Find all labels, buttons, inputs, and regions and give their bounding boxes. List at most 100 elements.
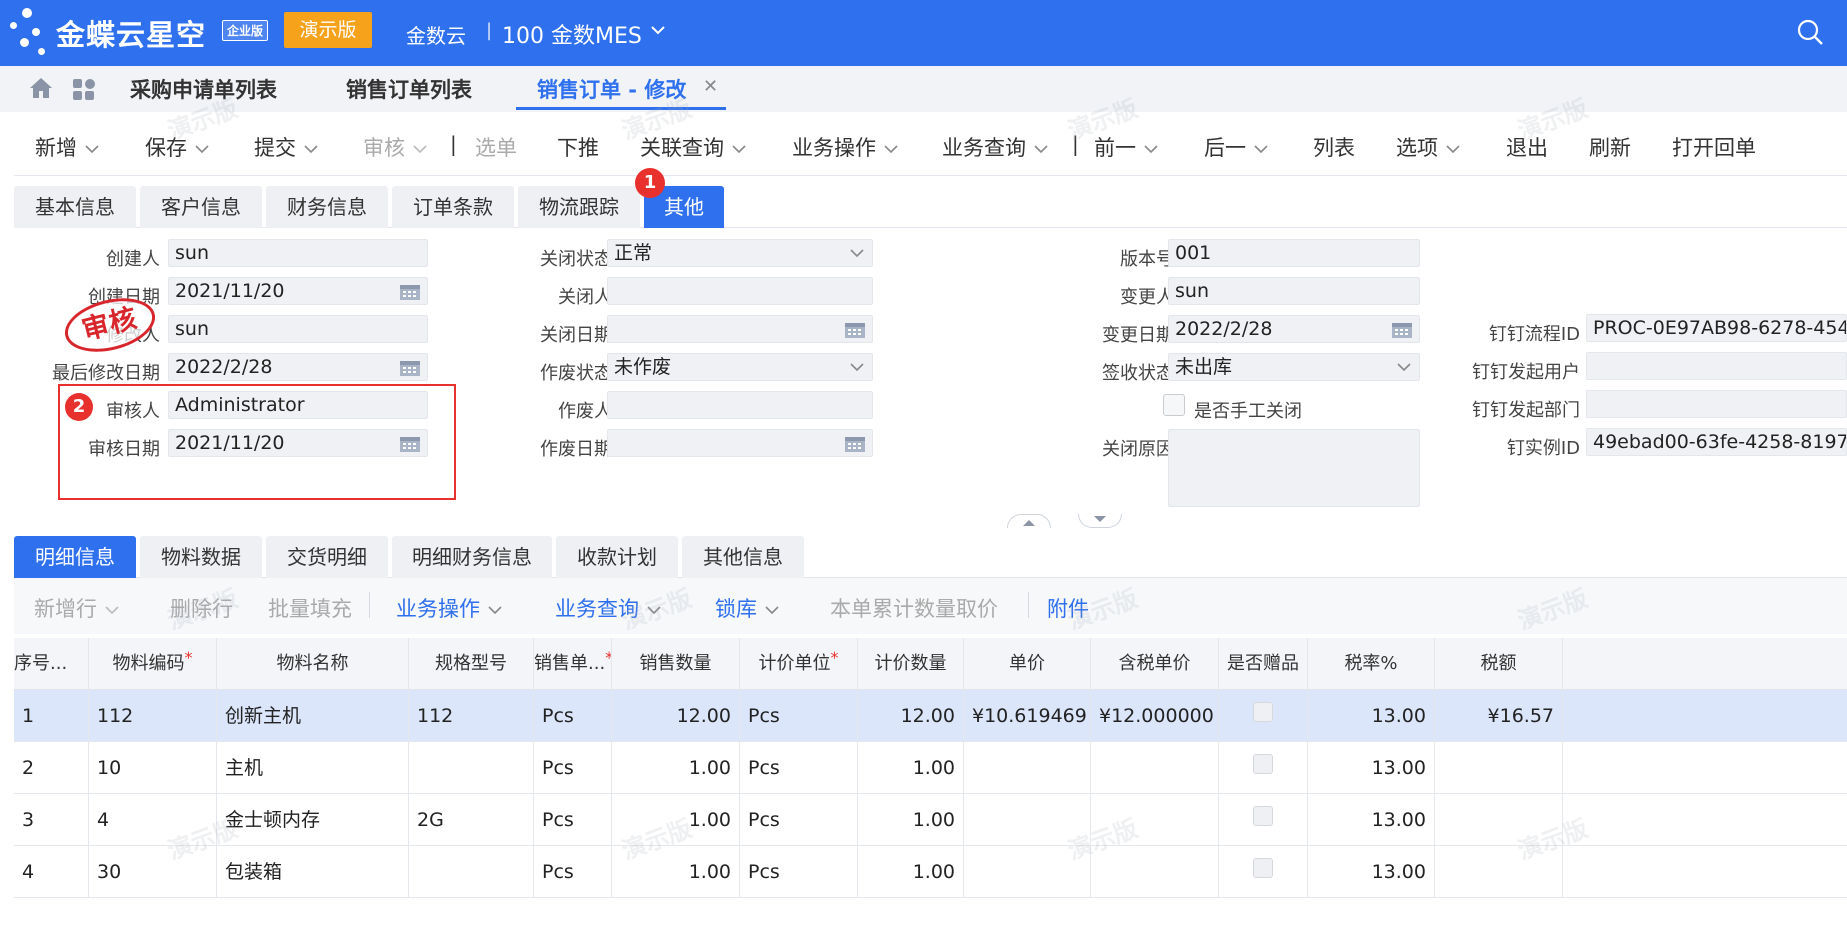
cell-tax-rate[interactable]: 13.00 [1308, 690, 1435, 742]
chevron-down-icon[interactable] [850, 248, 864, 258]
changer-field[interactable]: sun [1168, 277, 1420, 305]
tab-logistics[interactable]: 物流跟踪 [518, 186, 640, 228]
attachment-button[interactable]: 附件 [1047, 593, 1089, 623]
sign-status-select[interactable]: 未出库 [1168, 353, 1420, 381]
chevron-down-icon[interactable] [105, 605, 119, 615]
cell-tax-price[interactable] [1091, 846, 1219, 898]
col-header-sales-unit[interactable]: 销售单...* [534, 638, 612, 690]
cell-material-name[interactable]: 创新主机 [217, 690, 409, 742]
cell-sales-unit[interactable]: Pcs [534, 742, 612, 794]
chevron-down-icon[interactable] [647, 605, 661, 615]
tab-delivery-detail[interactable]: 交货明细 [266, 536, 388, 578]
toolbar-save-button[interactable]: 保存 [145, 132, 209, 162]
tab-customer-info[interactable]: 客户信息 [140, 186, 262, 228]
toolbar-exit-button[interactable]: 退出 [1506, 132, 1548, 162]
col-header-tax-price[interactable]: 含税单价 [1091, 638, 1219, 690]
cumulative-price-button[interactable]: 本单累计数量取价 [830, 593, 998, 623]
tab-material-data[interactable]: 物料数据 [140, 536, 262, 578]
modifier-field[interactable]: sun [168, 315, 428, 343]
toolbar-list-button[interactable]: 列表 [1313, 132, 1355, 162]
cell-sales-unit[interactable]: Pcs [534, 690, 612, 742]
chevron-down-icon[interactable] [650, 24, 666, 36]
close-date-field[interactable] [607, 315, 873, 343]
void-status-select[interactable]: 未作废 [607, 353, 873, 381]
cell-material-name[interactable]: 金士顿内存 [217, 794, 409, 846]
chevron-down-icon[interactable] [884, 144, 898, 154]
cell-tax-rate[interactable]: 13.00 [1308, 846, 1435, 898]
col-header-price-unit[interactable]: 计价单位* [740, 638, 858, 690]
toolbar-business-query-button[interactable]: 业务查询 [942, 132, 1048, 162]
cell-price-unit[interactable]: Pcs [740, 794, 858, 846]
dd-instance-field[interactable]: 49ebad00-63fe-4258-8197-0 [1586, 428, 1847, 456]
tab-other-info[interactable]: 其他信息 [682, 536, 804, 578]
close-status-select[interactable]: 正常 [607, 239, 873, 267]
gift-checkbox[interactable] [1253, 702, 1273, 722]
detail-business-operation-button[interactable]: 业务操作 [396, 593, 502, 623]
cell-material-code[interactable]: 10 [89, 742, 217, 794]
search-icon[interactable] [1796, 18, 1824, 46]
cell-unit-price[interactable]: ¥10.619469 [964, 690, 1091, 742]
col-header-material-name[interactable]: 物料名称 [217, 638, 409, 690]
create-date-field[interactable]: 2021/11/20 [168, 277, 428, 305]
tab-detail-info[interactable]: 明细信息 [14, 536, 136, 578]
home-icon[interactable] [28, 76, 54, 100]
toolbar-refresh-button[interactable]: 刷新 [1589, 132, 1631, 162]
toolbar-previous-button[interactable]: 前一 [1094, 132, 1158, 162]
col-header-tax-rate[interactable]: 税率% [1308, 638, 1435, 690]
cell-sales-qty[interactable]: 1.00 [612, 794, 740, 846]
toolbar-select-button[interactable]: 选单 [475, 132, 517, 162]
cell-sales-qty[interactable]: 1.00 [612, 742, 740, 794]
table-row[interactable]: 2 10 主机 Pcs 1.00 Pcs 1.00 13.00 [14, 742, 1847, 794]
tab-basic-info[interactable]: 基本信息 [14, 186, 136, 228]
cell-tax-price[interactable] [1091, 742, 1219, 794]
col-header-is-gift[interactable]: 是否赠品 [1219, 638, 1308, 690]
cell-sales-unit[interactable]: Pcs [534, 846, 612, 898]
apps-icon[interactable] [72, 78, 96, 102]
col-header-spec[interactable]: 规格型号 [409, 638, 534, 690]
cell-unit-price[interactable] [964, 742, 1091, 794]
cell-tax-price[interactable] [1091, 794, 1219, 846]
col-header-material-code[interactable]: 物料编码* [89, 638, 217, 690]
toolbar-options-button[interactable]: 选项 [1396, 132, 1460, 162]
calendar-icon[interactable] [399, 359, 421, 377]
cell-price-qty[interactable]: 1.00 [858, 742, 964, 794]
toolbar-push-down-button[interactable]: 下推 [557, 132, 599, 162]
cell-material-code[interactable]: 4 [89, 794, 217, 846]
cell-tax-price[interactable]: ¥12.000000 [1091, 690, 1219, 742]
database-selector[interactable]: 100 金数MES [502, 18, 642, 50]
chevron-down-icon[interactable] [488, 605, 502, 615]
cell-sales-qty[interactable]: 1.00 [612, 846, 740, 898]
delete-row-button[interactable]: 删除行 [170, 593, 233, 623]
close-icon[interactable]: ✕ [703, 76, 718, 97]
calendar-icon[interactable] [399, 283, 421, 301]
chevron-down-icon[interactable] [1446, 144, 1460, 154]
cell-sales-unit[interactable]: Pcs [534, 794, 612, 846]
dd-flow-field[interactable]: PROC-0E97AB98-6278-454E- [1586, 314, 1847, 342]
cell-sales-qty[interactable]: 12.00 [612, 690, 740, 742]
collapse-up-button[interactable] [1007, 514, 1051, 528]
col-header-unit-price[interactable]: 单价 [964, 638, 1091, 690]
toolbar-next-button[interactable]: 后一 [1204, 132, 1268, 162]
cell-price-qty[interactable]: 1.00 [858, 794, 964, 846]
chevron-down-icon[interactable] [413, 144, 427, 154]
cell-price-qty[interactable]: 12.00 [858, 690, 964, 742]
col-header-price-qty[interactable]: 计价数量 [858, 638, 964, 690]
calendar-icon[interactable] [1391, 321, 1413, 339]
batch-fill-button[interactable]: 批量填充 [268, 593, 352, 623]
tab-finance-info[interactable]: 财务信息 [266, 186, 388, 228]
modify-date-field[interactable]: 2022/2/28 [168, 353, 428, 381]
col-header-tax-amount[interactable]: 税额 [1435, 638, 1563, 690]
chevron-down-icon[interactable] [304, 144, 318, 154]
cell-unit-price[interactable] [964, 794, 1091, 846]
page-tab-sales-order-list[interactable]: 销售订单列表 [346, 74, 472, 104]
gift-checkbox[interactable] [1253, 754, 1273, 774]
version-field[interactable]: 001 [1168, 239, 1420, 267]
voider-field[interactable] [607, 391, 873, 419]
cell-material-name[interactable]: 包装箱 [217, 846, 409, 898]
manual-close-checkbox[interactable] [1163, 394, 1185, 416]
chevron-down-icon[interactable] [195, 144, 209, 154]
tab-payment-plan[interactable]: 收款计划 [556, 536, 678, 578]
cell-price-unit[interactable]: Pcs [740, 690, 858, 742]
col-header-seq[interactable]: 序号... [14, 638, 89, 690]
change-date-field[interactable]: 2022/2/28 [1168, 315, 1420, 343]
